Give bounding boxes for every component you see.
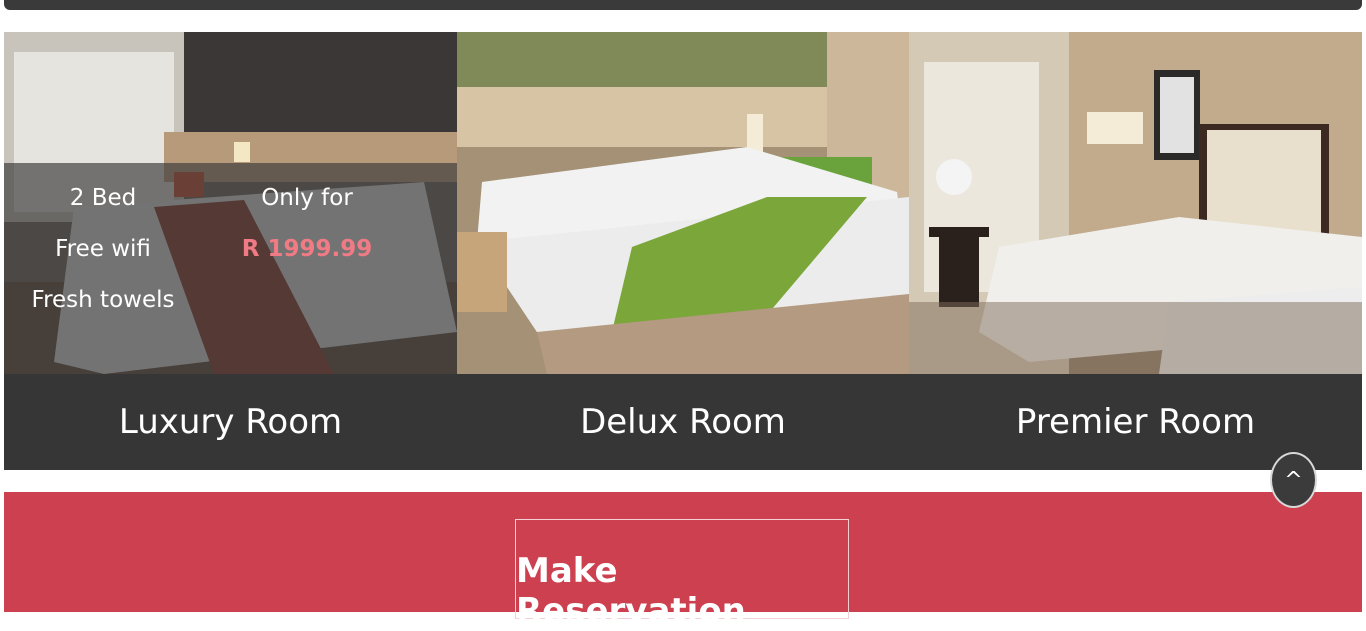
scroll-to-top-button[interactable]: ^ [1270, 452, 1317, 508]
room-card-delux[interactable]: Delux Room [457, 32, 909, 470]
feature-towels: Fresh towels [31, 287, 175, 313]
price-label: Only for [261, 185, 353, 211]
room-title-delux[interactable]: Delux Room [457, 374, 909, 470]
room-title-luxury[interactable]: Luxury Room [4, 374, 457, 470]
delux-room-photo [457, 32, 909, 374]
room-card-premier[interactable]: Premier Room [909, 32, 1362, 470]
feature-wifi: Free wifi [55, 236, 151, 262]
reservation-section: Make Reservation [4, 492, 1362, 631]
premier-room-photo [909, 32, 1362, 374]
feature-beds: 2 Bed [69, 185, 137, 211]
caret-up-icon: ^ [1284, 467, 1303, 493]
price-value: R 1999.99 [241, 236, 373, 262]
room-card-luxury[interactable]: 2 Bed Free wifi Fresh towels Only for R … [4, 32, 457, 470]
make-reservation-button[interactable]: Make Reservation [515, 519, 849, 631]
rooms-gallery: 2 Bed Free wifi Fresh towels Only for R … [4, 32, 1362, 470]
top-bar [4, 0, 1362, 10]
room-details-overlay: 2 Bed Free wifi Fresh towels Only for R … [4, 163, 457, 374]
